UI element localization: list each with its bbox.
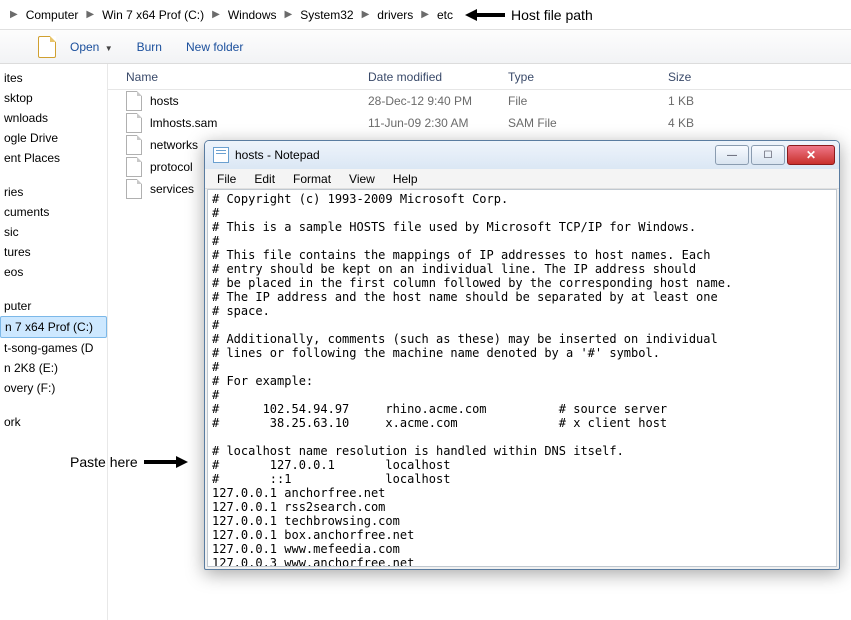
file-type: SAM File: [508, 116, 668, 130]
sidebar-item[interactable]: eos: [0, 262, 107, 282]
sidebar-item[interactable]: n 2K8 (E:): [0, 358, 107, 378]
sidebar-item[interactable]: ries: [0, 182, 107, 202]
sidebar-item[interactable]: ork: [0, 412, 107, 432]
sidebar-item[interactable]: sic: [0, 222, 107, 242]
chevron-right-icon: ▶: [415, 9, 435, 20]
open-label: Open: [70, 40, 99, 54]
column-headers: Name Date modified Type Size: [108, 64, 851, 90]
column-name[interactable]: Name: [108, 70, 368, 84]
notepad-icon: [213, 147, 229, 163]
breadcrumb-item[interactable]: etc: [435, 4, 455, 26]
arrow-left-icon: [465, 9, 505, 21]
chevron-right-icon: ▶: [356, 9, 376, 20]
new-folder-button[interactable]: New folder: [176, 34, 253, 60]
chevron-down-icon: ▼: [105, 44, 113, 53]
column-type[interactable]: Type: [508, 70, 668, 84]
file-name: lmhosts.sam: [150, 116, 368, 130]
breadcrumb-item[interactable]: drivers: [375, 4, 415, 26]
notepad-textarea[interactable]: # Copyright (c) 1993-2009 Microsoft Corp…: [207, 189, 837, 567]
menu-view[interactable]: View: [341, 170, 383, 188]
menu-help[interactable]: Help: [385, 170, 426, 188]
column-date[interactable]: Date modified: [368, 70, 508, 84]
chevron-right-icon: ▶: [206, 9, 226, 20]
file-type: File: [508, 94, 668, 108]
sidebar-item[interactable]: sktop: [0, 88, 107, 108]
annotation-paste-here: Paste here: [70, 454, 188, 470]
sidebar-item[interactable]: cuments: [0, 202, 107, 222]
menu-edit[interactable]: Edit: [246, 170, 283, 188]
chevron-right-icon: ▶: [279, 9, 299, 20]
file-icon: [126, 113, 142, 133]
chevron-right-icon: ▶: [80, 9, 100, 20]
sidebar-item[interactable]: overy (F:): [0, 378, 107, 398]
menu-format[interactable]: Format: [285, 170, 339, 188]
breadcrumb-item[interactable]: Win 7 x64 Prof (C:): [100, 4, 206, 26]
sidebar-item[interactable]: ent Places: [0, 148, 107, 168]
file-date: 11-Jun-09 2:30 AM: [368, 116, 508, 130]
notepad-title: hosts - Notepad: [235, 148, 713, 162]
annotation-label: Paste here: [70, 454, 138, 470]
sidebar-item-selected[interactable]: n 7 x64 Prof (C:): [0, 316, 107, 338]
file-icon: [38, 36, 56, 58]
chevron-right-icon: ▶: [4, 9, 24, 20]
file-date: 28-Dec-12 9:40 PM: [368, 94, 508, 108]
file-size: 4 KB: [668, 116, 768, 130]
file-size: 1 KB: [668, 94, 768, 108]
file-row[interactable]: hosts28-Dec-12 9:40 PMFile1 KB: [108, 90, 851, 112]
open-button[interactable]: Open ▼: [60, 34, 123, 60]
file-icon: [126, 157, 142, 177]
sidebar: ites sktop wnloads ogle Drive ent Places…: [0, 64, 108, 620]
sidebar-item[interactable]: t-song-games (D: [0, 338, 107, 358]
file-icon: [126, 179, 142, 199]
file-row[interactable]: lmhosts.sam11-Jun-09 2:30 AMSAM File4 KB: [108, 112, 851, 134]
sidebar-item[interactable]: wnloads: [0, 108, 107, 128]
sidebar-header[interactable]: puter: [0, 296, 107, 316]
notepad-titlebar[interactable]: hosts - Notepad — ☐ ✕: [205, 141, 839, 169]
arrow-right-icon: [144, 456, 188, 468]
annotation-label: Host file path: [511, 7, 593, 23]
notepad-menu: File Edit Format View Help: [205, 169, 839, 189]
maximize-button[interactable]: ☐: [751, 145, 785, 165]
notepad-window[interactable]: hosts - Notepad — ☐ ✕ File Edit Format V…: [204, 140, 840, 570]
notepad-content[interactable]: # Copyright (c) 1993-2009 Microsoft Corp…: [212, 192, 832, 567]
breadcrumb-item[interactable]: Windows: [226, 4, 279, 26]
address-bar: ▶ Computer ▶ Win 7 x64 Prof (C:) ▶ Windo…: [0, 0, 851, 30]
toolbar: Open ▼ Burn New folder: [0, 30, 851, 64]
file-icon: [126, 135, 142, 155]
file-icon: [126, 91, 142, 111]
column-size[interactable]: Size: [668, 70, 768, 84]
breadcrumb-item[interactable]: System32: [298, 4, 355, 26]
minimize-button[interactable]: —: [715, 145, 749, 165]
menu-file[interactable]: File: [209, 170, 244, 188]
close-button[interactable]: ✕: [787, 145, 835, 165]
sidebar-item[interactable]: tures: [0, 242, 107, 262]
sidebar-item[interactable]: ites: [0, 68, 107, 88]
annotation-host-path: Host file path: [465, 7, 593, 23]
file-name: hosts: [150, 94, 368, 108]
burn-button[interactable]: Burn: [127, 34, 172, 60]
sidebar-item[interactable]: ogle Drive: [0, 128, 107, 148]
breadcrumb-item[interactable]: Computer: [24, 4, 81, 26]
